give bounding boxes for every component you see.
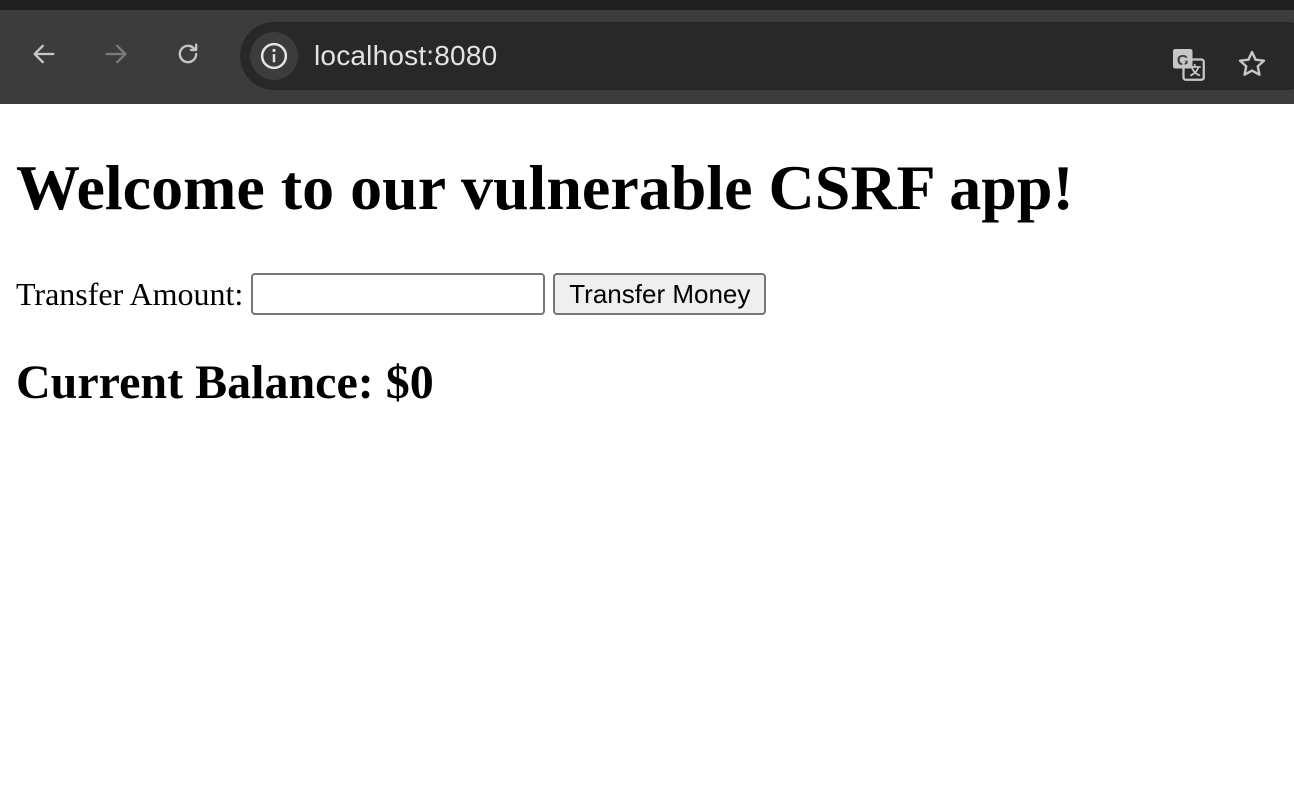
forward-button[interactable] [94, 32, 138, 76]
bookmark-button[interactable] [1230, 42, 1274, 86]
url-text[interactable]: localhost:8080 [314, 22, 497, 90]
transfer-money-button[interactable]: Transfer Money [553, 273, 767, 315]
page-content: Welcome to our vulnerable CSRF app! Tran… [0, 104, 1294, 412]
reload-button[interactable] [166, 32, 210, 76]
tab-strip [0, 0, 1294, 10]
page-heading: Welcome to our vulnerable CSRF app! [16, 152, 1074, 223]
back-arrow-icon [33, 44, 55, 64]
transfer-amount-input[interactable] [251, 273, 546, 315]
translate-button[interactable]: G [1166, 42, 1210, 86]
current-balance: Current Balance: $0 [16, 356, 434, 409]
browser-toolbar: localhost:8080 G [0, 10, 1294, 104]
translate-icon: G [1173, 49, 1205, 81]
site-info-button[interactable] [250, 32, 298, 80]
reload-icon [178, 43, 198, 64]
back-button[interactable] [22, 32, 66, 76]
transfer-form: Transfer Amount: Transfer Money [16, 272, 1278, 316]
info-icon [260, 42, 288, 70]
address-bar[interactable]: localhost:8080 [240, 22, 1294, 90]
transfer-amount-label: Transfer Amount: [16, 276, 244, 312]
star-icon [1238, 50, 1266, 76]
forward-arrow-icon [105, 44, 127, 64]
browser-chrome: localhost:8080 G [0, 0, 1294, 104]
